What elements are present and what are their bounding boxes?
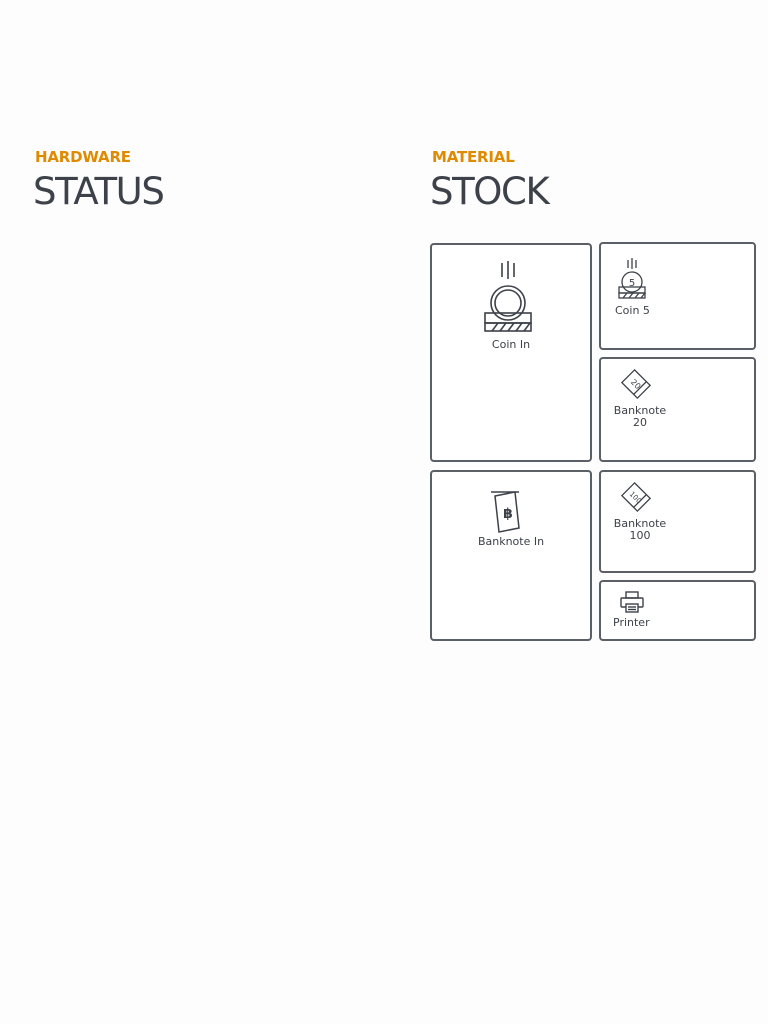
banknote-100-icon: 100: [620, 481, 652, 513]
tile-banknote-in[interactable]: ฿ Banknote In: [430, 470, 592, 641]
hardware-eyebrow: HARDWARE: [35, 148, 131, 166]
printer-icon: [620, 591, 644, 613]
tile-banknote-in-label: Banknote In: [477, 535, 545, 548]
tile-coin-in-label: Coin In: [491, 338, 531, 351]
banknote-20-icon: 20: [620, 368, 652, 400]
hardware-status-title: STATUS: [33, 170, 165, 213]
tile-coin-5-label: Coin 5: [615, 304, 650, 317]
tile-printer[interactable]: Printer: [599, 580, 756, 641]
svg-text:5: 5: [629, 278, 635, 289]
tile-banknote-100[interactable]: 100 Banknote 100: [599, 470, 756, 573]
tile-coin-5[interactable]: 5 Coin 5: [599, 242, 756, 350]
material-stock-title: STOCK: [430, 170, 550, 213]
tile-banknote-20[interactable]: 20 Banknote 20: [599, 357, 756, 462]
tile-banknote-100-label-line2: 100: [629, 529, 651, 542]
coin-insert-icon: [484, 261, 532, 332]
tile-banknote-20-label-line2: 20: [633, 416, 647, 429]
svg-text:20: 20: [629, 378, 643, 392]
banknote-insert-icon: ฿: [491, 491, 520, 533]
material-eyebrow: MATERIAL: [432, 148, 515, 166]
svg-text:฿: ฿: [503, 506, 513, 522]
coin-5-icon: 5: [618, 258, 646, 299]
tile-coin-in[interactable]: Coin In: [430, 243, 592, 462]
tile-printer-label: Printer: [613, 616, 650, 629]
